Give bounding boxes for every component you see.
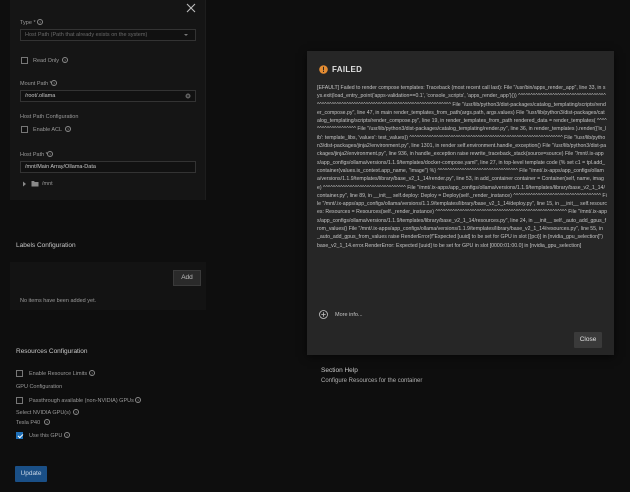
help-icon[interactable]: ? bbox=[44, 419, 50, 425]
help-icon[interactable]: ? bbox=[37, 19, 43, 25]
host-path-input[interactable]: /mnt/Main Array/Ollama-Data bbox=[20, 161, 196, 173]
read-only-checkbox[interactable] bbox=[21, 57, 28, 64]
host-path-value: /mnt/Main Array/Ollama-Data bbox=[25, 164, 96, 170]
type-select-value: Host Path (Path that already exists on t… bbox=[25, 32, 148, 38]
type-select[interactable]: Host Path (Path that already exists on t… bbox=[20, 29, 196, 41]
use-gpu-label: Use this GPU bbox=[29, 433, 63, 439]
help-icon[interactable]: ? bbox=[135, 397, 141, 403]
more-info-link[interactable]: More info... bbox=[335, 312, 363, 318]
resources-config-title: Resources Configuration bbox=[16, 348, 88, 355]
use-gpu-checkbox[interactable] bbox=[16, 432, 23, 439]
help-icon[interactable]: ? bbox=[89, 370, 95, 376]
enable-acl-label: Enable ACL bbox=[33, 127, 63, 133]
help-icon[interactable]: ? bbox=[73, 409, 79, 415]
update-button[interactable]: Update bbox=[15, 466, 47, 482]
chevron-down-icon bbox=[184, 34, 188, 36]
close-icon[interactable] bbox=[185, 2, 197, 14]
help-icon[interactable]: ? bbox=[62, 57, 68, 63]
dialog-title: FAILED bbox=[332, 65, 363, 74]
tree-item-mnt[interactable]: /mnt bbox=[42, 181, 53, 187]
close-button[interactable]: Close bbox=[574, 332, 602, 348]
help-icon[interactable]: ? bbox=[64, 432, 70, 438]
mount-path-input[interactable]: /root/.ollama bbox=[20, 90, 196, 102]
select-nvidia-label: Select NVIDIA GPU(s) bbox=[16, 410, 71, 416]
enable-acl-checkbox[interactable] bbox=[21, 126, 28, 133]
add-label-button[interactable]: Add bbox=[173, 270, 201, 286]
folder-icon bbox=[31, 181, 39, 187]
gpu-name-label: Tesla P40 bbox=[16, 420, 41, 426]
enable-resource-limits-checkbox[interactable] bbox=[16, 370, 23, 377]
section-help-title: Section Help bbox=[321, 367, 358, 374]
clear-circle-icon[interactable] bbox=[185, 93, 191, 99]
plus-circle-icon[interactable] bbox=[319, 310, 328, 319]
help-icon[interactable]: ? bbox=[51, 80, 57, 86]
chevron-right-icon[interactable] bbox=[22, 181, 27, 187]
mount-path-label: Mount Path * bbox=[20, 81, 52, 87]
error-message: [EFAULT] Failed to render compose templa… bbox=[317, 85, 607, 249]
help-icon[interactable]: ? bbox=[47, 151, 53, 157]
host-path-label: Host Path * bbox=[20, 152, 48, 158]
passthrough-gpus-label: Passthrough available (non-NVIDIA) GPUs bbox=[29, 398, 134, 404]
error-dialog: FAILED [EFAULT] Failed to render compose… bbox=[307, 51, 614, 355]
read-only-label: Read Only bbox=[33, 58, 59, 64]
host-path-config-label: Host Path Configuration bbox=[20, 114, 79, 120]
labels-config-title: Labels Configuration bbox=[16, 242, 76, 249]
help-icon[interactable]: ? bbox=[65, 126, 71, 132]
type-label: Type * bbox=[20, 20, 36, 26]
section-help-text: Configure Resources for the container bbox=[321, 378, 423, 384]
empty-list-text: No items have been added yet. bbox=[20, 298, 97, 304]
error-circle-icon bbox=[319, 65, 328, 74]
gpu-config-label: GPU Configuration bbox=[16, 384, 63, 390]
passthrough-gpus-checkbox[interactable] bbox=[16, 397, 23, 404]
mount-path-value: /root/.ollama bbox=[25, 93, 56, 99]
enable-resource-limits-label: Enable Resource Limits bbox=[29, 371, 88, 377]
